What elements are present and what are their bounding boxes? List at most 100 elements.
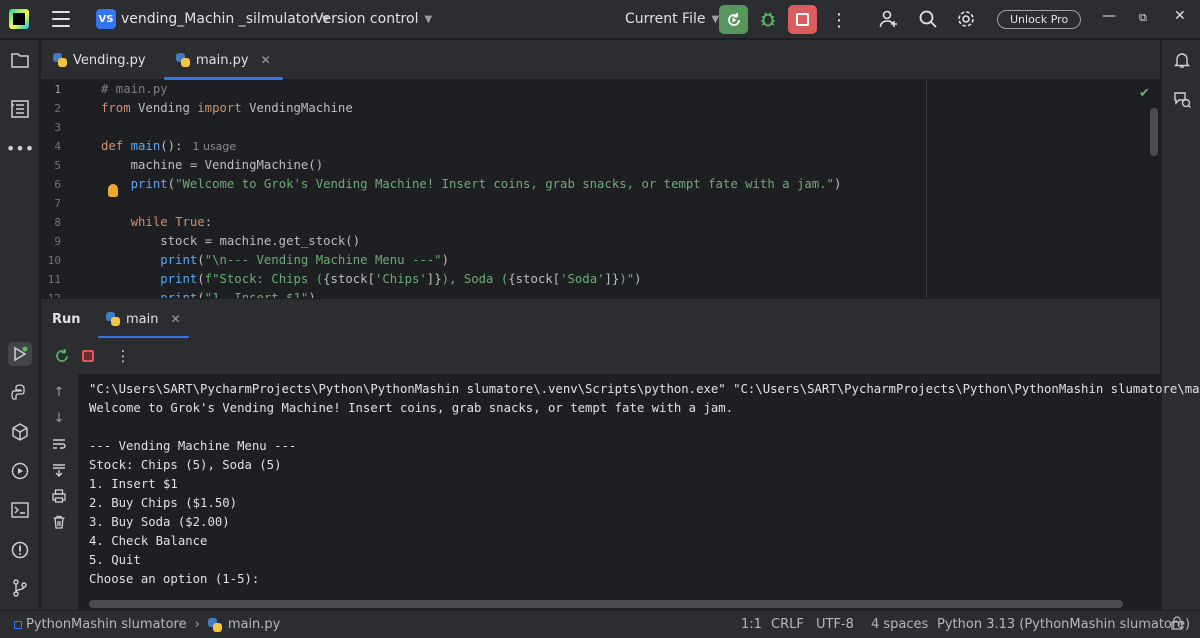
right-tool-strip <box>1161 40 1200 610</box>
line-separator[interactable]: CRLF <box>771 617 804 632</box>
more-actions-icon[interactable]: ⋮ <box>830 10 848 31</box>
run-toolbar: ⋮ <box>41 338 1160 374</box>
indent-setting[interactable]: 4 spaces <box>871 617 928 632</box>
python-console-icon[interactable] <box>8 381 32 405</box>
project-folder-icon[interactable] <box>8 48 32 72</box>
tab-main-py[interactable]: main.py ✕ <box>164 40 283 80</box>
minimize-window-icon[interactable]: — <box>1102 8 1116 24</box>
code-line[interactable]: while True: <box>101 213 212 232</box>
project-badge[interactable]: VS <box>96 9 116 29</box>
stop-icon[interactable] <box>78 346 98 366</box>
version-control-label: Version control <box>314 11 419 27</box>
code-line[interactable]: print("1. Insert $1") <box>101 289 316 298</box>
print-icon[interactable] <box>49 486 69 506</box>
services-icon[interactable] <box>8 459 32 483</box>
code-line[interactable]: # main.py <box>101 80 168 99</box>
console-line: 1. Insert $1 <box>89 477 178 491</box>
python-file-icon <box>53 53 67 67</box>
line-number: 6 <box>54 178 61 191</box>
code-token: "\n--- Vending Machine Menu ---" <box>204 253 442 267</box>
code-line[interactable]: from Vending import VendingMachine <box>101 99 353 118</box>
lightbulb-intention-icon[interactable] <box>108 184 118 197</box>
more-options-icon[interactable]: ⋮ <box>113 346 133 366</box>
main-menu-icon[interactable] <box>52 11 70 27</box>
line-number: 2 <box>54 102 61 115</box>
python-packages-icon[interactable] <box>8 420 32 444</box>
code-line[interactable]: stock = machine.get_stock() <box>101 232 360 251</box>
line-number: 12 <box>41 289 99 298</box>
code-token: stock = machine.get_stock() <box>101 234 361 248</box>
run-console[interactable]: ↑ ↓ "C:\Users\SART\PycharmProjects\Pytho… <box>41 374 1200 610</box>
caret-position[interactable]: 1:1 <box>741 617 762 632</box>
restore-window-icon[interactable]: ⧉ <box>1139 11 1147 25</box>
stop-button[interactable] <box>788 5 817 34</box>
close-window-icon[interactable]: ✕ <box>1174 8 1186 24</box>
soft-wrap-icon[interactable] <box>49 434 69 454</box>
console-line: --- Vending Machine Menu --- <box>89 439 297 453</box>
breadcrumb-file[interactable]: main.py <box>228 617 281 632</box>
settings-gear-icon[interactable] <box>956 9 976 29</box>
scroll-down-arrow-icon[interactable]: ↓ <box>49 408 69 428</box>
python-file-icon <box>106 312 120 326</box>
status-bar: PythonMashin slumatore › main.py 1:1 CRL… <box>0 610 1200 638</box>
unlock-pro-button[interactable]: Unlock Pro <box>997 10 1082 29</box>
module-square-icon <box>14 620 22 629</box>
add-user-icon[interactable] <box>879 9 899 29</box>
code-token: )" <box>619 272 635 286</box>
close-tab-icon[interactable]: ✕ <box>170 312 180 326</box>
run-tool-icon[interactable] <box>8 342 32 366</box>
run-configuration-selector[interactable]: Current File ▼ <box>625 11 719 27</box>
run-tab-label: main <box>126 311 159 327</box>
ai-assistant-icon[interactable] <box>1170 87 1194 111</box>
rerun-icon[interactable] <box>52 346 72 366</box>
scroll-to-end-icon[interactable] <box>49 460 69 480</box>
console-line: "C:\Users\SART\PycharmProjects\Python\Py… <box>89 382 1200 396</box>
code-line[interactable]: print(f"Stock: Chips ({stock['Chips']}),… <box>101 270 642 289</box>
more-tools-icon[interactable]: ••• <box>6 136 34 160</box>
editor-vertical-scrollbar[interactable] <box>1150 108 1158 156</box>
scroll-up-arrow-icon[interactable]: ↑ <box>49 382 69 402</box>
breadcrumb: PythonMashin slumatore › main.py <box>14 617 280 632</box>
pycharm-logo-icon[interactable] <box>9 9 29 29</box>
structure-icon[interactable] <box>8 97 32 121</box>
python-interpreter[interactable]: Python 3.13 (PythonMashin slumatore) <box>937 617 1190 632</box>
tab-vending-py[interactable]: Vending.py <box>53 40 146 80</box>
code-line[interactable]: print("Welcome to Grok's Vending Machine… <box>101 175 842 194</box>
console-line: Stock: Chips (5), Soda (5) <box>89 458 282 472</box>
chevron-down-icon: ▼ <box>424 13 433 25</box>
console-horizontal-scrollbar[interactable] <box>89 600 1123 608</box>
notifications-bell-icon[interactable] <box>1170 48 1194 72</box>
line-number-gutter: 123456789101112 <box>41 80 99 298</box>
project-selector[interactable]: vending_Machin _silmulator ▼ <box>121 11 329 27</box>
git-branch-icon[interactable] <box>8 576 32 600</box>
debug-button[interactable] <box>756 7 780 31</box>
code-token: ) <box>308 291 316 298</box>
run-configuration-label: Current File <box>625 11 706 27</box>
rerun-icon <box>727 12 740 26</box>
code-editor[interactable]: 123456789101112 # main.pyfrom Vending im… <box>41 80 1160 298</box>
code-line[interactable]: print("\n--- Vending Machine Menu ---") <box>101 251 449 270</box>
version-control-menu[interactable]: Version control ▼ <box>314 11 432 27</box>
breadcrumb-project[interactable]: PythonMashin slumatore <box>26 617 187 632</box>
code-token: ) <box>634 272 642 286</box>
python-file-icon <box>207 617 222 632</box>
code-line[interactable]: machine = VendingMachine() <box>101 156 324 175</box>
usage-hint[interactable]: 1 usage <box>192 140 236 153</box>
run-tab-main[interactable]: main ✕ <box>98 299 189 339</box>
code-line[interactable]: def main(): 1 usage <box>101 137 236 156</box>
code-token: (): <box>160 139 183 153</box>
lock-icon[interactable] <box>1171 616 1183 630</box>
search-icon[interactable] <box>918 9 938 29</box>
code-token: machine = VendingMachine() <box>101 158 324 172</box>
close-tab-icon[interactable]: ✕ <box>261 53 271 67</box>
rerun-button[interactable] <box>719 5 748 34</box>
no-problems-check-icon[interactable]: ✔ <box>1139 86 1150 101</box>
problems-icon[interactable] <box>8 538 32 562</box>
right-margin-guide <box>926 80 927 298</box>
file-encoding[interactable]: UTF-8 <box>816 617 854 632</box>
code-token: 'Chips' <box>374 272 427 286</box>
python-file-icon <box>176 53 190 67</box>
terminal-icon[interactable] <box>8 498 32 522</box>
clear-trash-icon[interactable] <box>49 512 69 532</box>
